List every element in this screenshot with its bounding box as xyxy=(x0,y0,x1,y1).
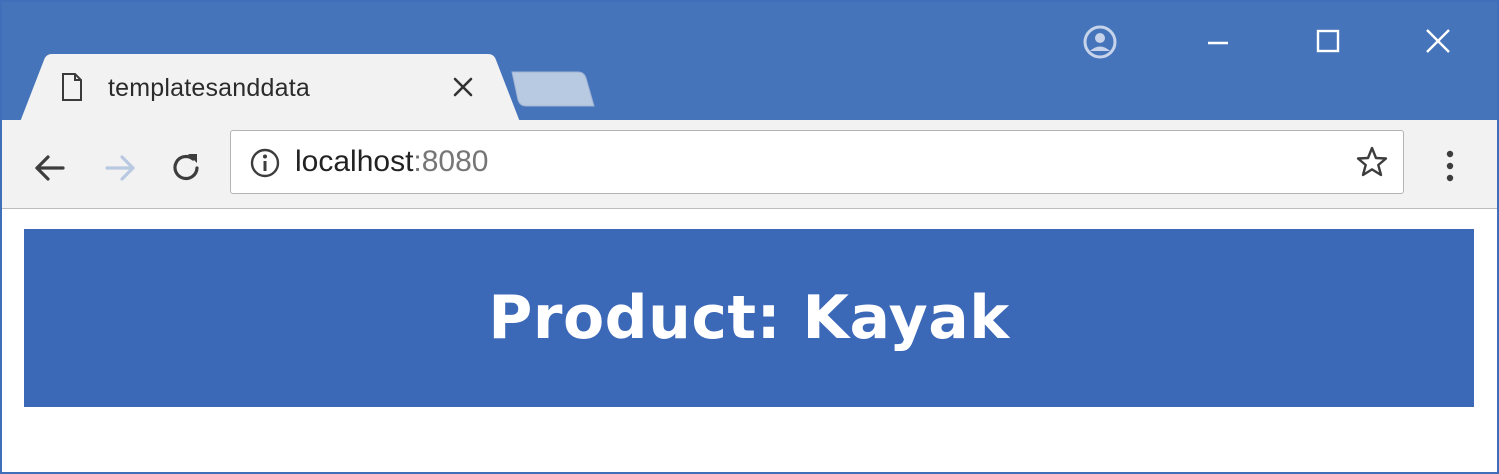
title-bar: templatesanddata xyxy=(2,2,1497,122)
back-arrow-icon[interactable] xyxy=(30,148,70,188)
profile-icon[interactable] xyxy=(1082,24,1118,60)
url-port: :8080 xyxy=(413,145,489,178)
browser-window: templatesanddata localhost:8080 Product:… xyxy=(0,0,1499,474)
kebab-menu-icon[interactable] xyxy=(1438,146,1462,186)
minimize-icon[interactable] xyxy=(1200,24,1236,60)
tab-title: templatesanddata xyxy=(108,74,310,102)
product-heading: Product: Kayak xyxy=(488,283,1010,353)
reload-icon[interactable] xyxy=(166,148,206,188)
address-bar[interactable]: localhost:8080 xyxy=(230,130,1404,194)
page-content: Product: Kayak xyxy=(2,209,1497,472)
maximize-icon[interactable] xyxy=(1310,24,1346,60)
info-icon[interactable] xyxy=(249,147,281,179)
url-host: localhost xyxy=(295,145,414,178)
window-close-icon[interactable] xyxy=(1420,24,1456,60)
browser-tab-active[interactable]: templatesanddata xyxy=(20,54,520,122)
page-icon xyxy=(62,73,82,101)
star-icon[interactable] xyxy=(1355,145,1389,179)
browser-toolbar: localhost:8080 xyxy=(2,120,1497,209)
forward-arrow-icon[interactable] xyxy=(100,148,140,188)
tab-close-icon[interactable] xyxy=(450,74,476,100)
new-tab-button[interactable] xyxy=(510,68,596,110)
product-banner: Product: Kayak xyxy=(24,229,1474,407)
url-text[interactable]: localhost:8080 xyxy=(295,145,488,179)
